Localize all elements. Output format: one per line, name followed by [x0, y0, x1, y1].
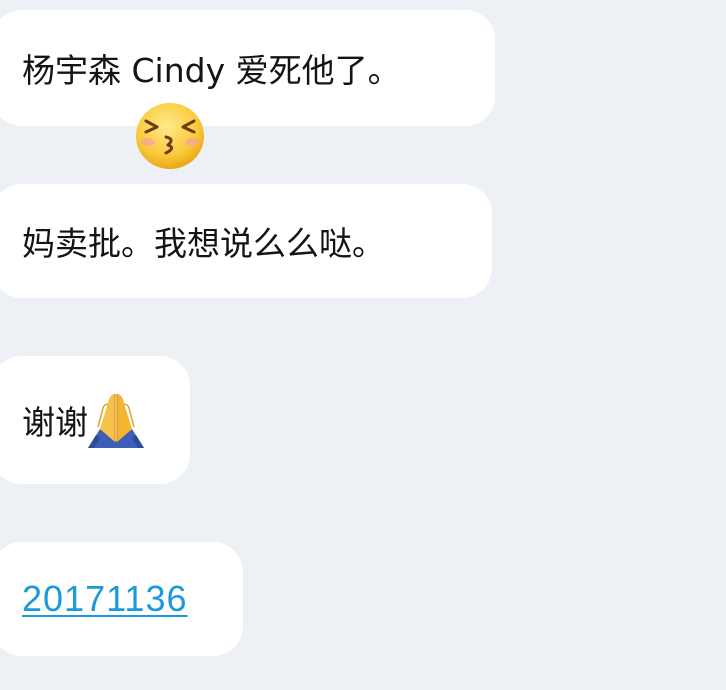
message-bubble-4[interactable]: 20171136 — [0, 542, 243, 656]
message-text: 杨宇森 Cindy 爱死他了。 — [22, 51, 401, 90]
folded-hands-icon — [88, 394, 144, 448]
message-text: 谢谢 — [22, 403, 88, 442]
message-bubble-3[interactable]: 谢谢 — [0, 356, 190, 484]
kissing-face-icon — [136, 103, 204, 169]
message-text: 妈卖批。我想说么么哒。 — [22, 224, 385, 263]
message-bubble-2[interactable]: 妈卖批。我想说么么哒。 — [0, 184, 492, 298]
message-link[interactable]: 20171136 — [22, 578, 188, 620]
message-bubble-1[interactable]: 杨宇森 Cindy 爱死他了。 — [0, 10, 495, 126]
chat-message-list: 杨宇森 Cindy 爱死他了。 妈卖批。我想说么么哒。 谢谢 20171136 — [0, 0, 726, 690]
message-content: 谢谢 — [22, 391, 146, 449]
